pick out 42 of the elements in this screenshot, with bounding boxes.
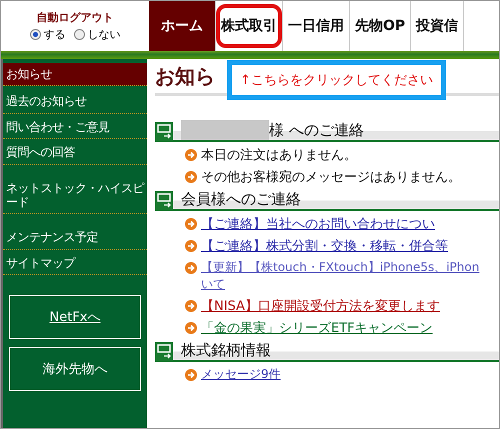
arrow-icon bbox=[185, 149, 197, 161]
message-icon bbox=[155, 191, 173, 209]
message-icon bbox=[155, 342, 173, 360]
page-title: お知ら bbox=[155, 64, 215, 88]
nav-tab[interactable]: ホーム bbox=[149, 1, 216, 51]
notice-link[interactable]: 【NISA】口座開設受付方法を変更します bbox=[201, 297, 440, 315]
highlight-ring bbox=[216, 4, 282, 48]
arrow-icon bbox=[185, 322, 197, 334]
notice-link[interactable]: 【ご連絡】当社へのお問い合わせについ bbox=[201, 215, 435, 233]
radio-option[interactable]: する bbox=[30, 27, 66, 42]
arrow-icon bbox=[185, 218, 197, 230]
section-title: 様 へのご連絡 bbox=[269, 121, 364, 140]
notice-link[interactable]: いて bbox=[201, 276, 480, 293]
notice-link[interactable]: 【ご連絡】株式分割・交換・移転・併合等 bbox=[201, 237, 448, 255]
callout: ↑こちらをクリックしてください bbox=[227, 60, 446, 100]
arrow-icon bbox=[185, 262, 197, 274]
arrow-icon bbox=[185, 300, 197, 312]
sidebar-item[interactable]: 質問への回答 bbox=[3, 141, 147, 165]
message-icon bbox=[155, 122, 173, 140]
sidebar-item[interactable]: お知らせ bbox=[3, 63, 147, 86]
sidebar-item[interactable]: サイトマップ bbox=[3, 252, 147, 276]
arrow-icon bbox=[185, 171, 197, 183]
notice-link[interactable]: 「金の果実」シリーズETFキャンペーン bbox=[201, 319, 433, 337]
sidebar-item[interactable]: 過去のお知らせ bbox=[3, 90, 147, 114]
notice-text: 本日の注文はありません。 bbox=[201, 147, 357, 164]
arrow-icon bbox=[185, 240, 197, 252]
auto-logout-label: 自動ログアウト bbox=[36, 10, 114, 25]
sidebar-button[interactable]: NetFxへ bbox=[9, 295, 141, 340]
radio-icon[interactable] bbox=[30, 29, 40, 40]
notice-link[interactable]: 【更新】【株touch・FXtouch】iPhone5s、iPhon bbox=[201, 259, 480, 276]
radio-option[interactable]: しない bbox=[74, 27, 120, 42]
sidebar-item[interactable]: ネットストック・ハイスピード bbox=[3, 176, 147, 214]
sidebar-item[interactable]: 問い合わせ・ご意見 bbox=[3, 116, 147, 140]
nav-tab[interactable]: 株式取引 bbox=[216, 1, 283, 51]
section-title: 会員様へのご連絡 bbox=[181, 190, 301, 209]
notice-text: その他お客様宛のメッセージはありません。 bbox=[201, 169, 461, 186]
arrow-icon bbox=[185, 369, 197, 381]
radio-icon[interactable] bbox=[74, 29, 84, 40]
sidebar-button[interactable]: 海外先物へ bbox=[9, 347, 141, 392]
section-title: 株式銘柄情報 bbox=[181, 341, 271, 360]
notice-link[interactable]: メッセージ9件 bbox=[201, 366, 281, 383]
sidebar-item[interactable]: メンテナンス予定 bbox=[3, 226, 147, 250]
